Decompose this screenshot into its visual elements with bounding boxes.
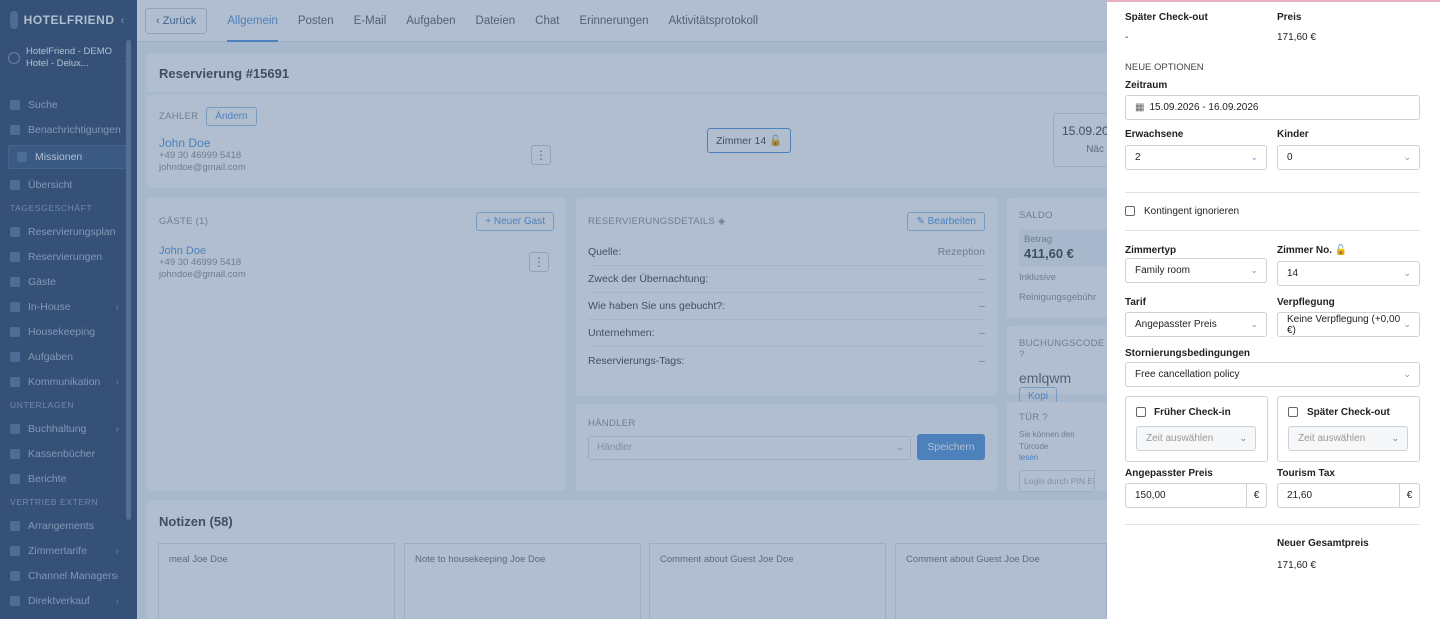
divider	[1125, 192, 1420, 193]
divider	[1125, 524, 1420, 525]
adults-select[interactable]: 2 ⌄	[1125, 145, 1267, 170]
calendar-icon: ▦	[1135, 102, 1145, 113]
late-checkout-time-select[interactable]: Zeit auswählen ⌄	[1288, 426, 1408, 451]
board-label: Verpflegung	[1277, 297, 1335, 308]
time-placeholder: Zeit auswählen	[1146, 433, 1214, 444]
cancellation-value: Free cancellation policy	[1135, 369, 1240, 380]
custom-price-input[interactable]: 150,00 €	[1125, 483, 1267, 508]
new-options-heading: NEUE OPTIONEN	[1125, 62, 1204, 73]
late-checkout-value: -	[1125, 32, 1129, 43]
period-date-picker[interactable]: ▦ 15.09.2026 - 16.09.2026	[1125, 95, 1420, 120]
modal-backdrop[interactable]	[0, 0, 1107, 619]
unlock-icon[interactable]: 🔓	[1335, 245, 1347, 256]
new-total-label: Neuer Gesamtpreis	[1277, 538, 1369, 549]
room-type-select[interactable]: Family room ⌄	[1125, 258, 1267, 283]
late-checkout-checkbox[interactable]	[1288, 407, 1298, 417]
period-label: Zeitraum	[1125, 80, 1168, 91]
late-checkout-label: Später Check-out	[1125, 12, 1208, 23]
tourism-tax-label: Tourism Tax	[1277, 468, 1335, 479]
ignore-quota-label: Kontingent ignorieren	[1144, 206, 1240, 217]
board-select[interactable]: Keine Verpflegung (+0,00 €) ⌄	[1277, 312, 1420, 337]
chevron-down-icon: ⌄	[1250, 265, 1258, 275]
ignore-quota-checkbox[interactable]	[1125, 206, 1135, 216]
custom-price-value: 150,00	[1135, 490, 1166, 501]
children-select[interactable]: 0 ⌄	[1277, 145, 1420, 170]
chevron-down-icon: ⌄	[1403, 268, 1411, 278]
period-value: 15.09.2026 - 16.09.2026	[1149, 102, 1259, 113]
cancellation-select[interactable]: Free cancellation policy ⌄	[1125, 362, 1420, 387]
chevron-down-icon: ⌄	[1403, 369, 1411, 379]
room-number-select[interactable]: 14 ⌄	[1277, 261, 1420, 286]
late-checkout-option-label: Später Check-out	[1307, 407, 1390, 418]
divider	[1125, 230, 1420, 231]
custom-price-label: Angepasster Preis	[1125, 468, 1213, 479]
chevron-down-icon: ⌄	[1250, 152, 1258, 162]
room-type-label: Zimmertyp	[1125, 245, 1177, 256]
cancellation-label: Stornierungsbedingungen	[1125, 348, 1250, 359]
chevron-down-icon: ⌄	[1239, 433, 1247, 443]
tariff-value: Angepasster Preis	[1135, 319, 1217, 330]
children-value: 0	[1287, 152, 1293, 163]
tariff-label: Tarif	[1125, 297, 1146, 308]
chevron-down-icon: ⌄	[1250, 319, 1258, 329]
early-checkin-checkbox[interactable]	[1136, 407, 1146, 417]
room-number-label: Zimmer No. 🔓	[1277, 245, 1347, 256]
tourism-tax-input[interactable]: 21,60 €	[1277, 483, 1420, 508]
new-total-value: 171,60 €	[1277, 560, 1316, 571]
time-placeholder: Zeit auswählen	[1298, 433, 1366, 444]
price-label: Preis	[1277, 12, 1302, 23]
room-type-value: Family room	[1135, 265, 1191, 276]
chevron-down-icon: ⌄	[1403, 319, 1411, 329]
chevron-down-icon: ⌄	[1391, 433, 1399, 443]
tariff-select[interactable]: Angepasster Preis ⌄	[1125, 312, 1267, 337]
currency-suffix: €	[1246, 484, 1266, 507]
room-number-value: 14	[1287, 268, 1299, 279]
tourism-tax-value: 21,60	[1287, 490, 1313, 501]
children-label: Kinder	[1277, 129, 1309, 140]
currency-suffix: €	[1399, 484, 1419, 507]
adults-label: Erwachsene	[1125, 129, 1184, 140]
board-value: Keine Verpflegung (+0,00 €)	[1287, 313, 1401, 336]
price-value: 171,60 €	[1277, 32, 1316, 43]
room-number-label-text: Zimmer No.	[1277, 245, 1333, 256]
edit-booking-panel: Später Check-out Preis - 171,60 € NEUE O…	[1107, 0, 1440, 619]
chevron-down-icon: ⌄	[1403, 152, 1411, 162]
early-checkin-time-select[interactable]: Zeit auswählen ⌄	[1136, 426, 1256, 451]
adults-value: 2	[1135, 152, 1141, 163]
early-checkin-label: Früher Check-in	[1154, 407, 1231, 418]
